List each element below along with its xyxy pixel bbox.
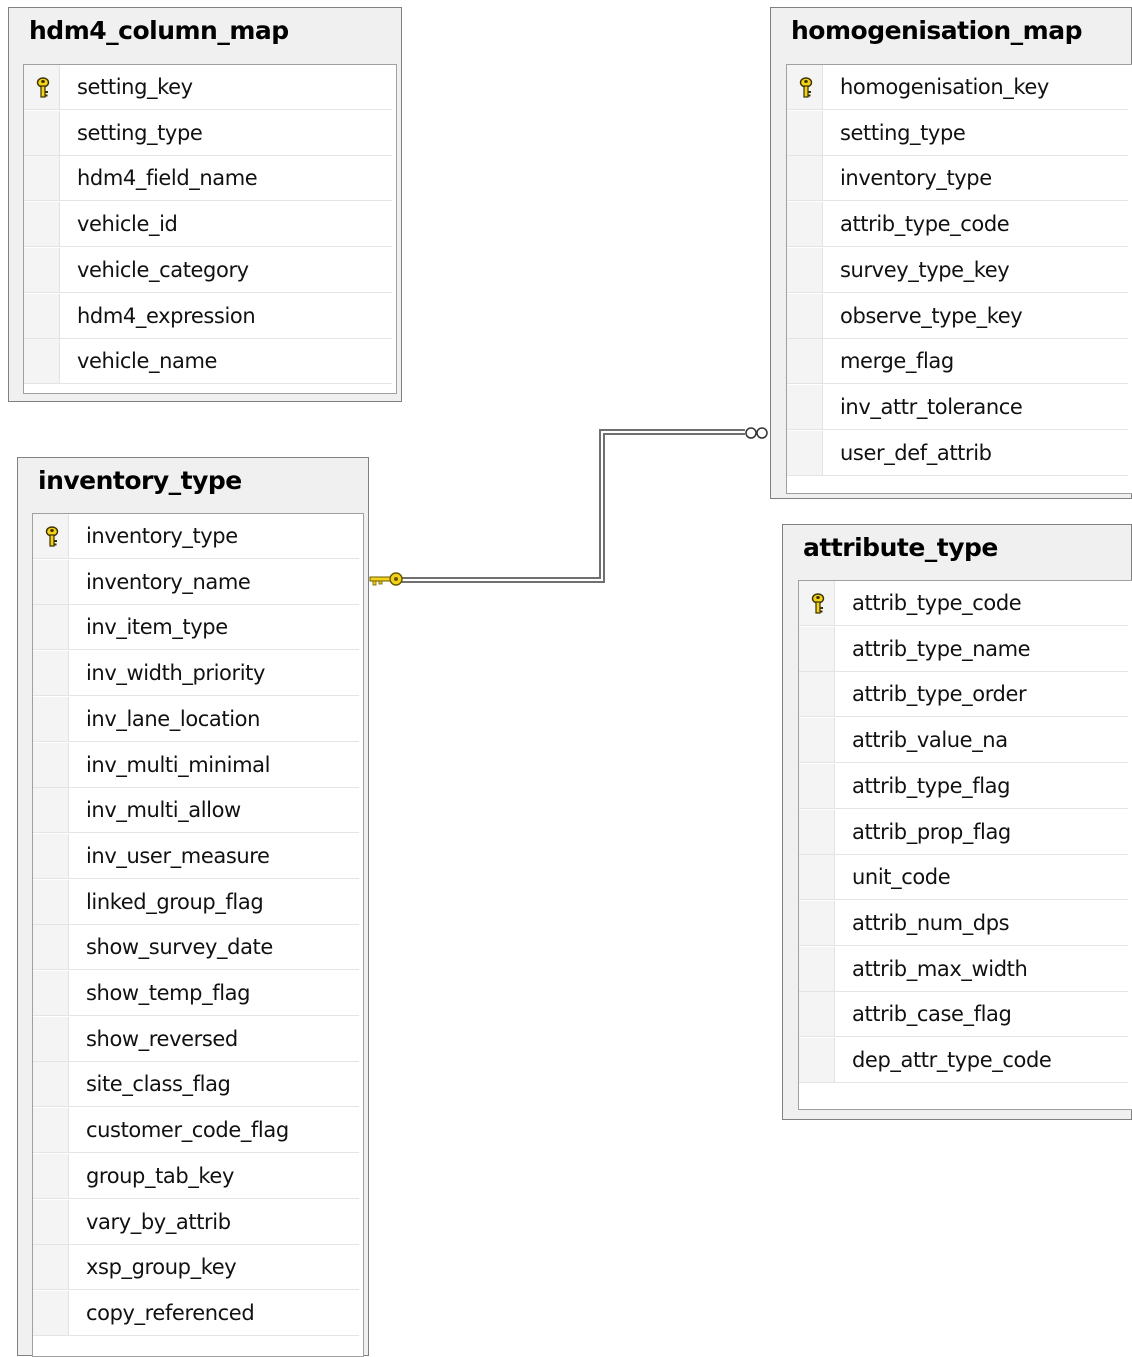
one-key-end-icon (369, 572, 403, 586)
many-infinity-end-icon (745, 427, 768, 439)
relationship-connector (369, 427, 768, 586)
relationship-line-inner (400, 431, 745, 581)
relationship-line (400, 429, 745, 583)
